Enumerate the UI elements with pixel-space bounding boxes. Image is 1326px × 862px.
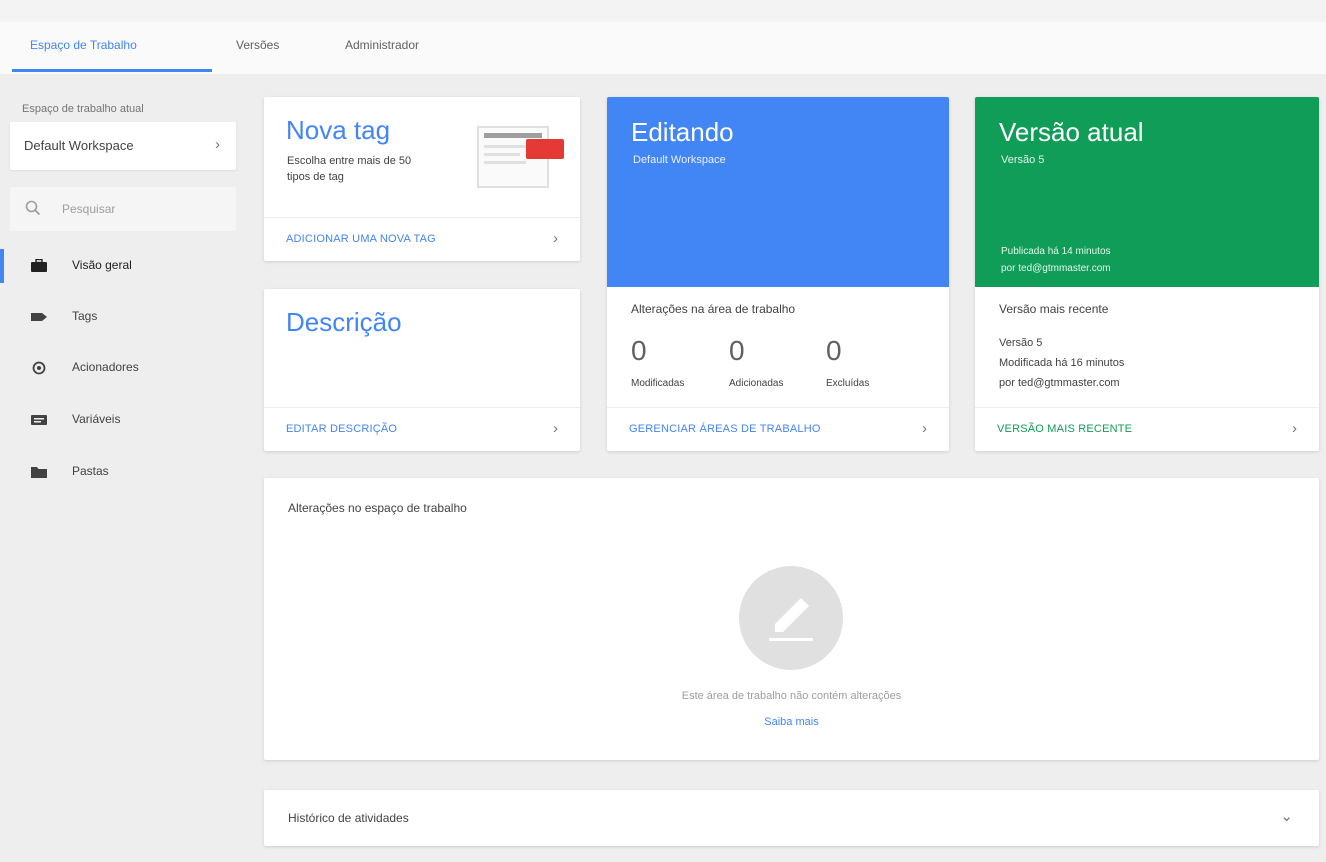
manage-workspaces-link[interactable]: GERENCIAR ÁREAS DE TRABALHO › bbox=[607, 407, 949, 451]
deleted-label: Excluídas bbox=[826, 378, 870, 389]
workspace-changes-title: Alterações no espaço de trabalho bbox=[288, 501, 467, 515]
workspace-caption: Espaço de trabalho atual bbox=[22, 103, 144, 115]
tab-admin[interactable]: Administrador bbox=[345, 38, 419, 52]
description-card: Descrição EDITAR DESCRIÇÃO › bbox=[264, 289, 580, 451]
tag-illustration-icon bbox=[477, 126, 564, 188]
activity-history-title: Histórico de atividades bbox=[288, 811, 409, 825]
active-tab-indicator bbox=[12, 69, 212, 72]
editing-hero: Editando Default Workspace bbox=[607, 97, 949, 287]
search-box[interactable] bbox=[10, 187, 236, 231]
deleted-count: 0 bbox=[826, 335, 842, 366]
added-count: 0 bbox=[729, 335, 745, 366]
empty-state-illustration bbox=[739, 566, 843, 670]
edit-description-link[interactable]: EDITAR DESCRIÇÃO › bbox=[264, 407, 580, 451]
publish-note-line2: por ted@gtmmaster.com bbox=[1001, 263, 1111, 274]
new-tag-title: Nova tag bbox=[286, 115, 391, 145]
latest-version-author: por ted@gtmmaster.com bbox=[999, 377, 1120, 389]
tag-icon bbox=[31, 313, 47, 321]
latest-version-link[interactable]: VERSÃO MAIS RECENTE › bbox=[975, 407, 1319, 451]
tab-versions[interactable]: Versões bbox=[236, 38, 279, 52]
sidebar-item-triggers[interactable]: Acionadores bbox=[0, 345, 248, 391]
active-nav-indicator bbox=[0, 249, 4, 283]
sidebar-item-tags[interactable]: Tags bbox=[0, 294, 248, 340]
workspace-name: Default Workspace bbox=[24, 138, 134, 153]
sidebar: Espaço de trabalho atual Default Workspa… bbox=[0, 75, 248, 862]
chevron-right-icon: › bbox=[553, 420, 558, 437]
briefcase-icon bbox=[31, 259, 47, 272]
empty-state-message: Este área de trabalho não contém alteraç… bbox=[681, 690, 902, 702]
sidebar-item-label: Pastas bbox=[72, 464, 109, 478]
trigger-icon bbox=[32, 361, 46, 375]
folder-icon bbox=[31, 467, 47, 478]
workspace-selector[interactable]: Default Workspace › bbox=[10, 122, 236, 170]
modified-label: Modificadas bbox=[631, 378, 685, 389]
editing-card: Editando Default Workspace Alterações na… bbox=[607, 97, 949, 451]
sidebar-item-label: Variáveis bbox=[72, 412, 121, 426]
manage-workspaces-label: GERENCIAR ÁREAS DE TRABALHO bbox=[629, 423, 821, 435]
search-input[interactable] bbox=[62, 199, 222, 219]
new-tag-description: Escolha entre mais de 50 tipos de tag bbox=[287, 155, 412, 183]
variables-icon bbox=[31, 415, 47, 425]
latest-version-modified: Modificada há 16 minutos bbox=[999, 357, 1125, 369]
add-new-tag-link[interactable]: ADICIONAR UMA NOVA TAG › bbox=[264, 217, 580, 261]
new-tag-card[interactable]: Nova tag Escolha entre mais de 50 tipos … bbox=[264, 97, 580, 261]
chevron-right-icon: › bbox=[1292, 420, 1297, 437]
sidebar-item-label: Visão geral bbox=[72, 258, 132, 272]
modified-count: 0 bbox=[631, 335, 647, 366]
publish-note: Publicada há 14 minutos por ted@gtmmaste… bbox=[1001, 243, 1111, 277]
version-hero: Versão atual Versão 5 Publicada há 14 mi… bbox=[975, 97, 1319, 287]
editing-workspace-name: Default Workspace bbox=[633, 154, 726, 166]
activity-history-card[interactable]: Histórico de atividades ⌄ bbox=[264, 790, 1319, 846]
tab-workspace[interactable]: Espaço de Trabalho bbox=[30, 38, 137, 52]
sidebar-item-label: Acionadores bbox=[72, 360, 139, 374]
sidebar-item-variables[interactable]: Variáveis bbox=[0, 397, 248, 443]
add-new-tag-label: ADICIONAR UMA NOVA TAG bbox=[286, 233, 436, 245]
latest-version-number: Versão 5 bbox=[999, 337, 1043, 349]
search-icon bbox=[25, 200, 41, 216]
chevron-right-icon: › bbox=[215, 136, 220, 153]
top-bar: Espaço de Trabalho Versões Administrador bbox=[0, 0, 1326, 74]
latest-version-heading: Versão mais recente bbox=[999, 302, 1109, 316]
workspace-changes-heading: Alterações na área de trabalho bbox=[631, 302, 796, 316]
publish-note-line1: Publicada há 14 minutos bbox=[1001, 246, 1111, 257]
sidebar-item-overview[interactable]: Visão geral bbox=[0, 243, 248, 289]
edit-description-label: EDITAR DESCRIÇÃO bbox=[286, 423, 398, 435]
pencil-icon bbox=[769, 598, 813, 641]
chevron-right-icon: › bbox=[922, 420, 927, 437]
added-label: Adicionadas bbox=[729, 378, 784, 389]
learn-more-link[interactable]: Saiba mais bbox=[264, 714, 1319, 730]
sidebar-item-label: Tags bbox=[72, 309, 98, 323]
current-version-number: Versão 5 bbox=[1001, 154, 1045, 166]
tab-strip: Espaço de Trabalho Versões Administrador bbox=[0, 22, 1326, 74]
chevron-right-icon: › bbox=[553, 230, 558, 247]
current-version-card: Versão atual Versão 5 Publicada há 14 mi… bbox=[975, 97, 1319, 451]
chevron-down-icon: ⌄ bbox=[1280, 808, 1293, 825]
editing-title: Editando bbox=[631, 117, 734, 147]
latest-version-label: VERSÃO MAIS RECENTE bbox=[997, 423, 1133, 435]
workspace-changes-card: Alterações no espaço de trabalho Este ár… bbox=[264, 478, 1319, 760]
description-title: Descrição bbox=[286, 307, 402, 337]
current-version-title: Versão atual bbox=[999, 117, 1144, 147]
sidebar-item-folders[interactable]: Pastas bbox=[0, 449, 248, 495]
